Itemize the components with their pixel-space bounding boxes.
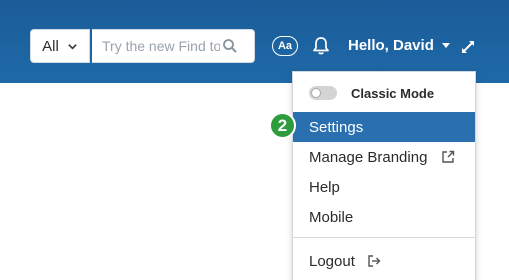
step-number: 2	[277, 115, 288, 135]
menu-item-label: Manage Branding	[309, 148, 428, 166]
expand-icon[interactable]	[460, 39, 476, 55]
external-link-icon	[442, 150, 455, 163]
menu-item-manage-branding[interactable]: Manage Branding	[293, 142, 475, 172]
user-dropdown-menu: Classic Mode Settings Manage Branding He…	[292, 71, 476, 280]
chevron-down-icon	[68, 43, 77, 50]
search-input[interactable]	[102, 38, 220, 54]
search-icon[interactable]	[222, 38, 238, 54]
classic-mode-toggle[interactable]	[309, 86, 337, 100]
menu-item-help[interactable]: Help	[293, 172, 475, 202]
menu-item-label: Mobile	[309, 208, 354, 226]
toggle-knob	[311, 88, 321, 98]
bell-icon[interactable]	[312, 36, 330, 56]
user-greeting: Hello, David	[348, 37, 434, 54]
menu-item-mobile[interactable]: Mobile	[293, 202, 475, 232]
page: All Aa Hello, David	[0, 0, 509, 280]
font-size-label: Aa	[277, 40, 293, 52]
search-box	[92, 29, 255, 63]
scope-select[interactable]: All	[30, 29, 90, 63]
menu-item-settings[interactable]: Settings	[293, 112, 475, 142]
menu-item-label: Settings	[309, 118, 364, 136]
scope-select-value: All	[42, 37, 59, 55]
classic-mode-label: Classic Mode	[351, 85, 435, 101]
logout-icon	[368, 255, 381, 267]
step-number-badge: 2	[269, 112, 296, 139]
menu-item-logout[interactable]: Logout	[293, 246, 475, 276]
user-menu[interactable]: Hello, David	[348, 37, 450, 54]
logout-label: Logout	[309, 252, 355, 270]
caret-down-icon	[441, 42, 450, 48]
classic-mode-toggle-row[interactable]: Classic Mode	[293, 78, 475, 108]
menu-item-label: Help	[309, 178, 340, 196]
menu-divider	[293, 237, 475, 238]
font-size-icon[interactable]: Aa	[272, 36, 298, 56]
